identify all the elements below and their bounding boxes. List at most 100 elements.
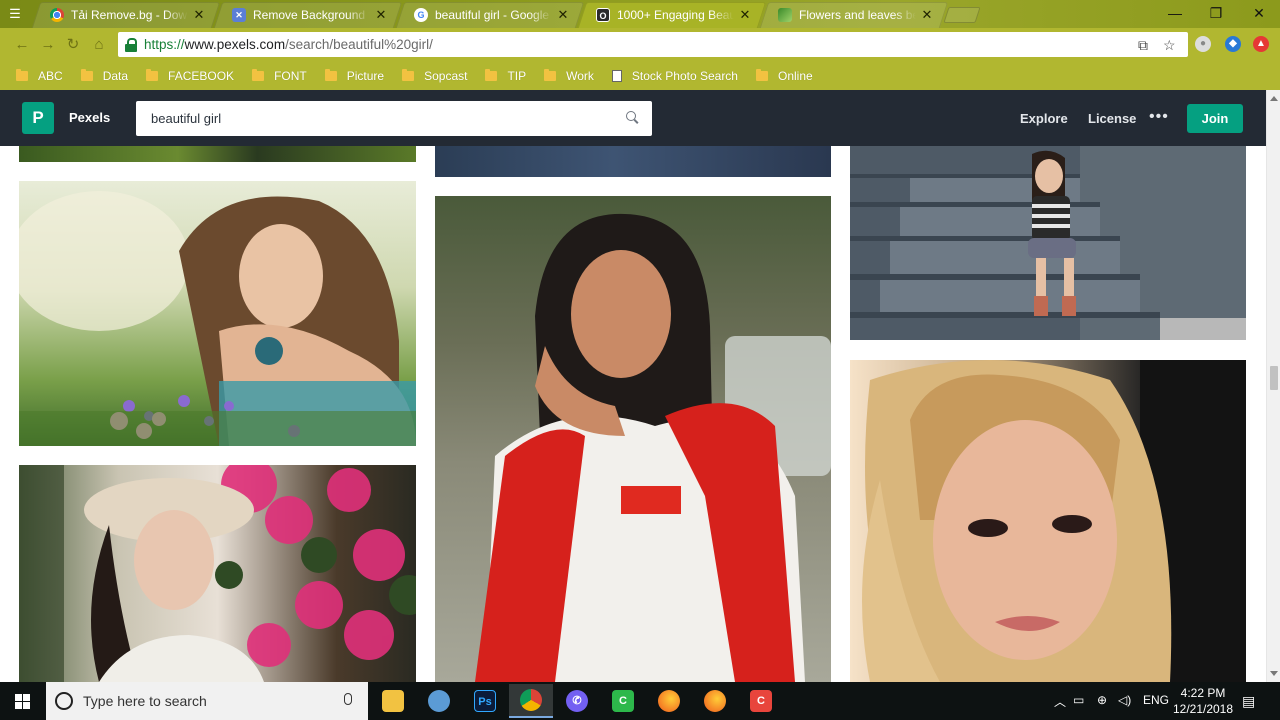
bookmark-data[interactable]: Data <box>80 69 128 83</box>
browser-tab-strip: ☰ Tải Remove.bg - Downlo ✕ ✕ Remove Back… <box>0 0 1280 28</box>
tab-pexels[interactable]: O 1000+ Engaging Beautifu ✕ <box>582 2 762 28</box>
close-tab-icon[interactable]: ✕ <box>192 7 206 23</box>
taskbar-firefox-2[interactable] <box>693 684 737 718</box>
bookmark-picture[interactable]: Picture <box>324 69 384 83</box>
photo-cropped-top-center[interactable] <box>435 146 831 177</box>
bookmark-work[interactable]: Work <box>544 69 594 83</box>
folder-icon <box>755 69 768 81</box>
chrome-icon <box>520 689 542 711</box>
camtasia-icon: C <box>612 690 634 712</box>
tab-title: 1000+ Engaging Beautifu <box>617 8 734 22</box>
search-icon[interactable] <box>626 111 638 123</box>
close-window-icon[interactable]: ✕ <box>1244 4 1274 22</box>
photo-girl-with-red-scarf[interactable] <box>435 196 831 682</box>
extension-diamond-icon[interactable]: ◆ <box>1225 36 1241 52</box>
microphone-icon[interactable] <box>344 693 352 705</box>
file-explorer-icon <box>382 690 404 712</box>
brand-name[interactable]: Pexels <box>69 110 110 125</box>
language-indicator[interactable]: ENG <box>1143 693 1169 707</box>
firefox-icon <box>704 690 726 712</box>
taskbar-photoshop[interactable]: Ps <box>463 684 507 718</box>
camtasia-recorder-icon: C <box>750 690 772 712</box>
browser-toolbar: ← → ↻ ⌂ https://www.pexels.com/search/be… <box>0 28 1280 62</box>
tab-remove-bg-download[interactable]: Tải Remove.bg - Downlo ✕ <box>36 2 216 28</box>
minimize-icon[interactable]: — <box>1160 4 1190 22</box>
tab-title: Flowers and leaves beau <box>799 8 916 22</box>
folder-icon <box>402 69 415 81</box>
taskbar-camtasia-recorder[interactable]: C <box>739 684 783 718</box>
battery-icon[interactable]: ▭ <box>1073 693 1084 707</box>
tab-google-search[interactable]: G beautiful girl - Google Se ✕ <box>400 2 580 28</box>
address-bar[interactable]: https://www.pexels.com/search/beautiful%… <box>118 32 1188 57</box>
bookmark-abc[interactable]: ABC <box>16 69 63 83</box>
viber-icon: ✆ <box>566 690 588 712</box>
windows-logo-icon <box>15 694 22 701</box>
notifications-icon[interactable]: ▤ <box>1242 693 1255 710</box>
tray-chevron-icon[interactable]: ︿ <box>1054 693 1066 710</box>
folder-icon <box>252 69 265 81</box>
chrome-icon <box>50 8 64 22</box>
search-value: beautiful girl <box>151 111 222 126</box>
bookmark-sopcast[interactable]: Sopcast <box>402 69 467 83</box>
close-tab-icon[interactable]: ✕ <box>920 7 934 23</box>
incognito-icon[interactable]: ☰ <box>6 6 24 22</box>
taskbar-viber[interactable]: ✆ <box>555 684 599 718</box>
bookmark-stock-photo-search[interactable]: Stock Photo Search <box>611 69 738 83</box>
taskbar-camtasia[interactable]: C <box>601 684 645 718</box>
bookmark-tip[interactable]: TIP <box>485 69 526 83</box>
cortana-icon <box>55 692 73 710</box>
close-tab-icon[interactable]: ✕ <box>556 7 570 23</box>
more-menu-icon[interactable]: ••• <box>1149 107 1169 127</box>
tab-remove-background[interactable]: ✕ Remove Background fro ✕ <box>218 2 398 28</box>
leaf-icon <box>778 8 792 22</box>
join-button[interactable]: Join <box>1187 104 1243 133</box>
tab-flowers-leaves[interactable]: Flowers and leaves beau ✕ <box>764 2 944 28</box>
photo-girl-with-hat-and-flowers[interactable] <box>19 465 416 682</box>
photo-girl-lying-in-flowers[interactable] <box>19 181 416 446</box>
tab-title: Remove Background fro <box>253 8 370 22</box>
translate-icon[interactable]: ⧉ <box>1138 37 1148 53</box>
close-tab-icon[interactable]: ✕ <box>738 7 752 23</box>
extension-circle-icon[interactable]: ● <box>1195 36 1211 52</box>
bookmark-star-icon[interactable]: ☆ <box>1163 37 1176 53</box>
taskbar-file-explorer[interactable] <box>371 684 415 718</box>
search-placeholder: Type here to search <box>83 693 207 709</box>
scroll-up-icon[interactable] <box>1270 96 1278 101</box>
reload-icon[interactable]: ↻ <box>64 36 82 54</box>
lock-icon <box>124 37 138 52</box>
page-scrollbar[interactable] <box>1266 90 1280 682</box>
pexels-logo[interactable]: P <box>22 102 54 134</box>
clock-time: 4:22 PM <box>1180 686 1226 700</box>
start-button[interactable] <box>0 682 46 720</box>
taskbar-paint[interactable] <box>417 684 461 718</box>
taskbar-search[interactable]: Type here to search <box>46 682 368 720</box>
bookmark-font[interactable]: FONT <box>252 69 307 83</box>
nav-explore[interactable]: Explore <box>1020 111 1068 126</box>
scroll-thumb[interactable] <box>1270 366 1278 390</box>
firefox-icon <box>658 690 680 712</box>
system-clock[interactable]: 4:22 PM 12/21/2018 <box>1172 685 1234 717</box>
taskbar-firefox[interactable] <box>647 684 691 718</box>
home-icon[interactable]: ⌂ <box>90 36 108 54</box>
maximize-icon[interactable]: ❐ <box>1201 4 1231 22</box>
volume-icon[interactable]: ◁) <box>1118 693 1131 707</box>
scroll-down-icon[interactable] <box>1270 671 1278 676</box>
nav-license[interactable]: License <box>1088 111 1136 126</box>
bookmark-online[interactable]: Online <box>755 69 813 83</box>
photo-blonde-woman-portrait[interactable] <box>850 360 1246 682</box>
windows-taskbar: Type here to search Ps ✆ C C ︿ ▭ ⊕ ◁) EN… <box>0 682 1280 720</box>
taskbar-chrome[interactable] <box>509 684 553 718</box>
photo-child-on-stairs[interactable] <box>850 146 1246 340</box>
close-tab-icon[interactable]: ✕ <box>374 7 388 23</box>
folder-icon <box>16 69 28 81</box>
forward-icon[interactable]: → <box>39 36 57 54</box>
bookmark-facebook[interactable]: FACEBOOK <box>146 69 234 83</box>
back-icon[interactable]: ← <box>13 36 31 54</box>
network-icon[interactable]: ⊕ <box>1097 693 1107 707</box>
photo-cropped-top-left[interactable] <box>19 146 416 162</box>
search-input[interactable]: beautiful girl <box>136 101 652 136</box>
extension-shield-icon[interactable]: ▲ <box>1253 36 1269 52</box>
folder-icon <box>485 69 498 81</box>
new-tab-button[interactable] <box>943 7 981 23</box>
page-icon <box>611 70 622 82</box>
